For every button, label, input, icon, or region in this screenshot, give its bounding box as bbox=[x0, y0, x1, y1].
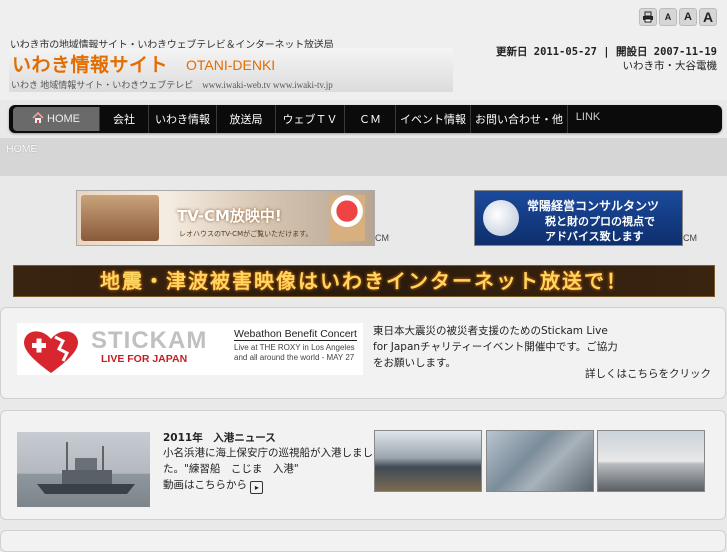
quake-banner-text: 地震・津波被害映像はいわきインターネット放送で！ bbox=[100, 269, 628, 293]
nav-events[interactable]: イベント情報 bbox=[396, 105, 471, 133]
concert-details: Live at THE ROXY in Los Angeles and all … bbox=[234, 343, 355, 362]
nav-web-tv[interactable]: ウェブＴＶ bbox=[276, 105, 345, 133]
quake-video-banner[interactable]: 地震・津波被害映像はいわきインターネット放送で！ bbox=[13, 265, 715, 297]
news-photo-thumb[interactable] bbox=[597, 430, 705, 492]
font-small-button[interactable]: A bbox=[659, 8, 677, 26]
home-icon bbox=[32, 111, 44, 126]
nav-contact[interactable]: お問い合わせ・他 bbox=[471, 105, 568, 133]
news-photo-thumb[interactable] bbox=[486, 430, 594, 492]
ship-photo[interactable] bbox=[17, 432, 150, 507]
cm-label: CM bbox=[683, 233, 697, 243]
update-dates: 更新日 2011-05-27 | 開設日 2007-11-19 bbox=[495, 46, 717, 58]
stickam-description: 東日本大震災の被災者支援のためのStickam Live for Japanチャ… bbox=[373, 325, 618, 369]
nav-link[interactable]: LINK bbox=[568, 105, 608, 133]
main-nav: HOME 会社 いわき情報 放送局 ウェブＴＶ ＣＭ イベント情報 お問い合わせ… bbox=[9, 105, 722, 133]
banner-line2: アドバイス致します bbox=[545, 230, 644, 243]
stickam-banner[interactable]: STICKAM LIVE FOR JAPAN Webathon Benefit … bbox=[17, 323, 363, 375]
next-panel bbox=[0, 530, 726, 552]
site-subtitle: いわき 地域情報サイト・いわきウェブテレビ www.iwaki-web.tv w… bbox=[11, 80, 333, 90]
tvcm-banner[interactable]: TV-CM放映中! レオハウスのTV-CMがご覧いただけます。 bbox=[76, 190, 375, 246]
heart-japan-icon bbox=[19, 327, 83, 378]
nav-iwaki-info[interactable]: いわき情報 bbox=[149, 105, 217, 133]
stickam-logo-text: STICKAM bbox=[91, 327, 208, 354]
news-body: 小名浜港に海上保安庁の巡視船が入港しました。"練習船 こじま 入港" bbox=[163, 447, 373, 475]
nav-cm[interactable]: ＣＭ bbox=[345, 105, 396, 133]
news-photo-thumb[interactable] bbox=[374, 430, 482, 492]
banner-line1: 税と財のプロの視点で bbox=[545, 215, 655, 228]
print-icon[interactable] bbox=[639, 8, 657, 26]
nav-company[interactable]: 会社 bbox=[100, 105, 149, 133]
nav-broadcast[interactable]: 放送局 bbox=[217, 105, 276, 133]
site-title-en: OTANI-DENKI bbox=[186, 57, 276, 73]
news-description: 小名浜港に海上保安庁の巡視船が入港しました。"練習船 こじま 入港" 動画はこち… bbox=[163, 445, 373, 494]
cm-label: CM bbox=[375, 233, 389, 243]
stickam-more-link[interactable]: 詳しくはこちらをクリック bbox=[585, 366, 711, 381]
banner-caption: レオハウスのTV-CMがご覧いただけます。 bbox=[179, 230, 313, 238]
play-icon[interactable]: ▸ bbox=[250, 481, 264, 494]
stickam-logo-sub: LIVE FOR JAPAN bbox=[101, 353, 188, 365]
nav-home[interactable]: HOME bbox=[13, 107, 100, 131]
banner-headline: TV-CM放映中! bbox=[177, 207, 282, 225]
balloon-mascot bbox=[329, 195, 365, 241]
breadcrumb-bar bbox=[0, 138, 727, 176]
nav-label: HOME bbox=[47, 113, 80, 125]
banner-photo bbox=[81, 195, 159, 241]
company-logo bbox=[483, 200, 519, 236]
site-title[interactable]: いわき情報サイト bbox=[12, 50, 168, 77]
video-link[interactable]: 動画はこちらから bbox=[163, 479, 247, 491]
breadcrumb[interactable]: HOME bbox=[6, 143, 38, 155]
font-size-controls: A A A bbox=[639, 8, 717, 26]
font-large-button[interactable]: A bbox=[699, 8, 717, 26]
news-title: 2011年 入港ニュース bbox=[163, 432, 276, 444]
font-medium-button[interactable]: A bbox=[679, 8, 697, 26]
concert-title: Webathon Benefit Concert bbox=[234, 328, 357, 341]
consulting-banner[interactable]: 常陽経営コンサルタンツ 税と財のプロの視点で アドバイス致します bbox=[474, 190, 683, 246]
banner-title: 常陽経営コンサルタンツ bbox=[527, 199, 660, 213]
company-name: いわき市・大谷電機 bbox=[622, 60, 718, 72]
